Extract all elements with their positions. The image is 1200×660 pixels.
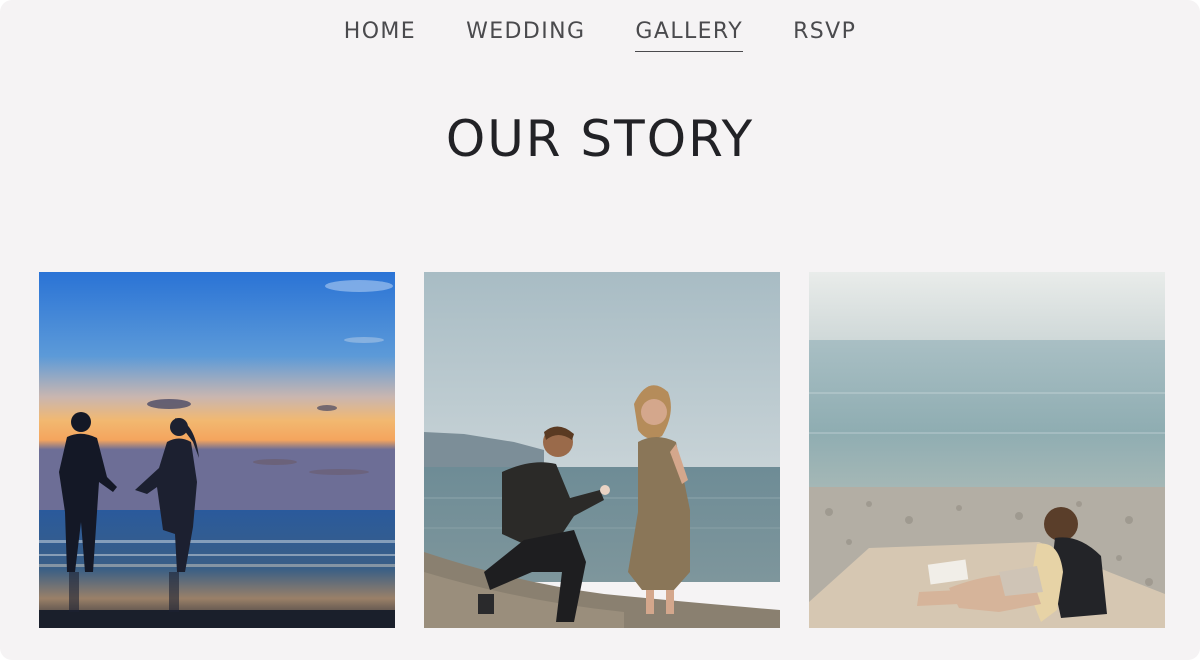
nav-wedding[interactable]: WEDDING: [466, 18, 585, 52]
photo-gallery: [39, 272, 1165, 628]
photo-proposal-image: [424, 272, 780, 628]
photo-beach-picnic-image: [809, 272, 1165, 628]
gallery-photo-proposal[interactable]: [424, 272, 780, 628]
nav-rsvp[interactable]: RSVP: [793, 18, 856, 52]
gallery-photo-beach-picnic[interactable]: [809, 272, 1165, 628]
page: HOME WEDDING GALLERY RSVP OUR STORY: [0, 0, 1200, 660]
main-nav: HOME WEDDING GALLERY RSVP: [0, 18, 1200, 52]
page-title: OUR STORY: [445, 110, 755, 168]
nav-home[interactable]: HOME: [344, 18, 416, 52]
photo-sunset-couple-image: [39, 272, 395, 628]
gallery-photo-sunset-couple[interactable]: [39, 272, 395, 628]
nav-gallery[interactable]: GALLERY: [635, 18, 744, 52]
